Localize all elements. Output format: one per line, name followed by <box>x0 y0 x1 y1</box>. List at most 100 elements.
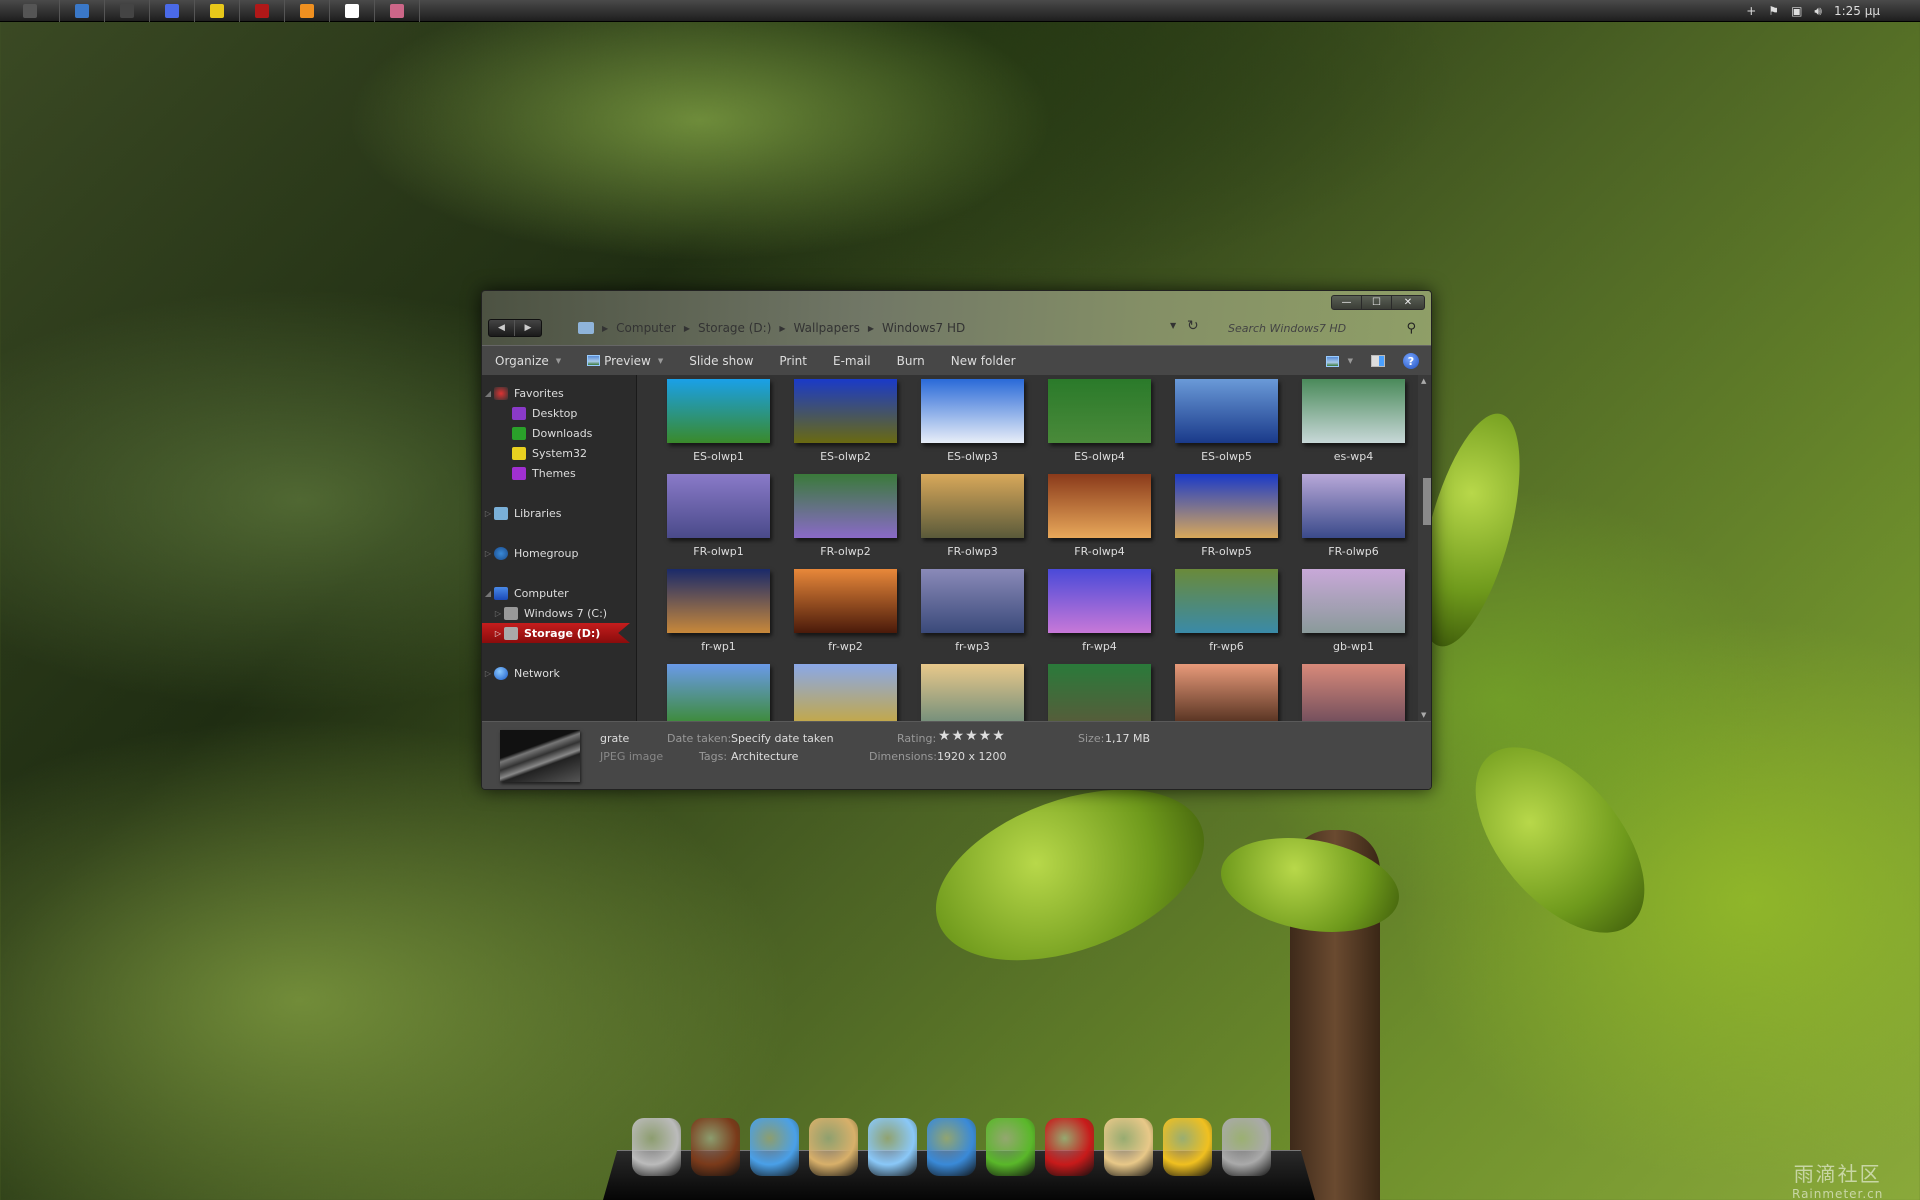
nav-fav-desktop[interactable]: Desktop <box>482 403 636 423</box>
dock-trash-icon[interactable] <box>1222 1118 1271 1176</box>
burn-button[interactable]: Burn <box>884 354 938 368</box>
chevron-right-icon[interactable]: ▶ <box>779 324 785 333</box>
file-item[interactable]: FR-olwp6 <box>1290 474 1417 565</box>
breadcrumb-storage[interactable]: Storage (D:) <box>698 321 771 335</box>
file-item[interactable] <box>782 664 909 721</box>
dock-app-domo-icon[interactable] <box>691 1118 740 1176</box>
dock-app-drive-icon[interactable] <box>1163 1118 1212 1176</box>
search-input[interactable]: Search Windows7 HD ⚲ <box>1212 318 1422 338</box>
file-item[interactable]: ES-olwp3 <box>909 379 1036 470</box>
taskbar-item[interactable] <box>150 0 195 22</box>
back-button[interactable]: ◀ <box>489 320 515 336</box>
file-item[interactable]: ES-olwp5 <box>1163 379 1290 470</box>
preview-button[interactable]: Preview ▼ <box>574 354 676 368</box>
clock[interactable]: 1:25 μμ <box>1834 4 1880 18</box>
nav-fav-downloads[interactable]: Downloads <box>482 423 636 443</box>
taskbar-item[interactable] <box>60 0 105 22</box>
file-item[interactable]: FR-olwp3 <box>909 474 1036 565</box>
scroll-up-icon[interactable]: ▲ <box>1421 377 1426 385</box>
dock-app-mask-icon[interactable] <box>632 1118 681 1176</box>
nav-fav-system32[interactable]: System32 <box>482 443 636 463</box>
expand-right-icon[interactable]: ▷ <box>482 669 494 678</box>
print-button[interactable]: Print <box>766 354 820 368</box>
tags-value[interactable]: Architecture <box>731 750 798 763</box>
rating-stars[interactable]: ★★★★★ <box>938 728 1006 744</box>
maximize-button[interactable]: ☐ <box>1362 296 1392 309</box>
expand-down-icon[interactable]: ◢ <box>482 389 494 398</box>
email-button[interactable]: E-mail <box>820 354 884 368</box>
file-item[interactable]: ES-olwp2 <box>782 379 909 470</box>
file-item[interactable] <box>1036 664 1163 721</box>
expand-right-icon[interactable]: ▷ <box>492 609 504 618</box>
dock-app-yawn-icon[interactable] <box>868 1118 917 1176</box>
forward-button[interactable]: ▶ <box>515 320 541 336</box>
search-icon[interactable]: ⚲ <box>1406 321 1416 336</box>
nav-drive-c[interactable]: ▷ Windows 7 (C:) <box>482 603 636 623</box>
nav-drive-d[interactable]: ▷ Storage (D:) <box>482 623 630 643</box>
scroll-down-icon[interactable]: ▼ <box>1421 711 1426 719</box>
minimize-button[interactable]: — <box>1332 296 1362 309</box>
dock-app-xcode-icon[interactable] <box>809 1118 858 1176</box>
organize-button[interactable]: Organize ▼ <box>482 354 574 368</box>
file-item[interactable]: FR-olwp4 <box>1036 474 1163 565</box>
nav-homegroup[interactable]: ▷ Homegroup <box>482 543 636 563</box>
help-icon[interactable]: ? <box>1403 353 1419 369</box>
chevron-right-icon[interactable]: ▶ <box>684 324 690 333</box>
file-item[interactable]: fr-wp6 <box>1163 569 1290 660</box>
taskbar-item[interactable] <box>195 0 240 22</box>
dock-app-box-icon[interactable] <box>1104 1118 1153 1176</box>
taskbar-item[interactable] <box>0 0 60 22</box>
file-item[interactable]: FR-olwp1 <box>655 474 782 565</box>
file-item[interactable] <box>909 664 1036 721</box>
nav-libraries[interactable]: ▷ Libraries <box>482 503 636 523</box>
taskbar-item[interactable] <box>240 0 285 22</box>
change-view-button[interactable]: ▼ <box>1325 355 1353 367</box>
chevron-right-icon[interactable]: ▶ <box>868 324 874 333</box>
flag-icon[interactable]: ⚑ <box>1768 4 1779 18</box>
taskbar-item[interactable] <box>105 0 150 22</box>
dock-app-green-bird-icon[interactable] <box>986 1118 1035 1176</box>
expand-down-icon[interactable]: ◢ <box>482 589 494 598</box>
taskbar-item[interactable] <box>285 0 330 22</box>
address-dropdown-icon[interactable]: ▼ <box>1170 321 1176 330</box>
file-item[interactable]: ES-olwp4 <box>1036 379 1163 470</box>
new-folder-button[interactable]: New folder <box>938 354 1029 368</box>
file-item[interactable]: gb-wp1 <box>1290 569 1417 660</box>
nav-network[interactable]: ▷ Network <box>482 663 636 683</box>
file-item[interactable] <box>1290 664 1417 721</box>
nav-favorites[interactable]: ◢ Favorites <box>482 383 636 403</box>
file-item[interactable]: fr-wp1 <box>655 569 782 660</box>
breadcrumb-wallpapers[interactable]: Wallpapers <box>794 321 860 335</box>
file-item[interactable]: es-wp4 <box>1290 379 1417 470</box>
preview-pane-icon[interactable] <box>1371 355 1385 367</box>
network-icon[interactable]: ▣ <box>1791 4 1802 18</box>
file-item[interactable]: fr-wp3 <box>909 569 1036 660</box>
date-value[interactable]: Specify date taken <box>731 732 834 745</box>
slideshow-button[interactable]: Slide show <box>676 354 766 368</box>
close-button[interactable]: ✕ <box>1392 296 1424 309</box>
dock-app-cloud-icon[interactable] <box>750 1118 799 1176</box>
file-item[interactable]: fr-wp2 <box>782 569 909 660</box>
taskbar-item[interactable] <box>330 0 375 22</box>
nav-fav-themes[interactable]: Themes <box>482 463 636 483</box>
file-item[interactable] <box>1163 664 1290 721</box>
file-item[interactable]: ES-olwp1 <box>655 379 782 470</box>
nav-computer[interactable]: ◢ Computer <box>482 583 636 603</box>
expand-right-icon[interactable]: ▷ <box>482 509 494 518</box>
scroll-thumb[interactable] <box>1423 478 1431 525</box>
volume-icon[interactable]: 🔊︎ <box>1814 4 1822 19</box>
dock-app-chair-icon[interactable] <box>1045 1118 1094 1176</box>
dock-app-twitter-egg-icon[interactable] <box>927 1118 976 1176</box>
file-item[interactable]: fr-wp4 <box>1036 569 1163 660</box>
file-item[interactable]: FR-olwp5 <box>1163 474 1290 565</box>
expand-right-icon[interactable]: ▷ <box>492 629 504 638</box>
breadcrumb-current[interactable]: Windows7 HD <box>882 321 965 335</box>
refresh-icon[interactable]: ↻ <box>1187 318 1199 334</box>
chevron-right-icon[interactable]: ▶ <box>602 324 608 333</box>
add-icon[interactable]: + <box>1746 4 1756 18</box>
vertical-scrollbar[interactable]: ▲ ▼ <box>1418 375 1431 721</box>
breadcrumb-computer[interactable]: Computer <box>616 321 676 335</box>
expand-right-icon[interactable]: ▷ <box>482 549 494 558</box>
taskbar-item[interactable] <box>375 0 420 22</box>
file-item[interactable]: FR-olwp2 <box>782 474 909 565</box>
